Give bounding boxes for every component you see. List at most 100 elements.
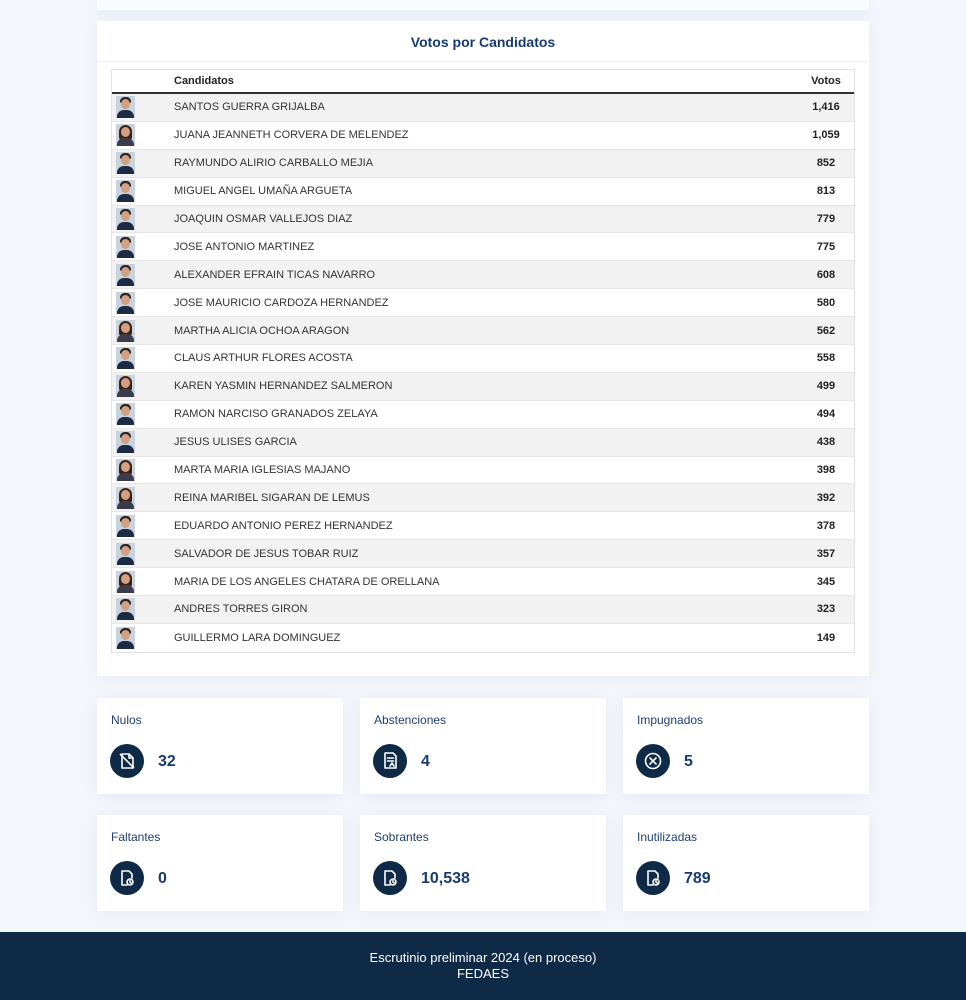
table-row: MARTHA ALICIA OCHOA ARAGON 562 [112,317,854,346]
table-row: KAREN YASMIN HERNANDEZ SALMERON 499 [112,372,854,401]
candidate-votes: 1,059 [812,129,840,142]
male-candidate-photo [116,291,135,314]
stat-value: 4 [421,753,430,770]
stat-label: Inutilizadas [637,830,698,844]
table-row: JOSE MAURICIO CARDOZA HERNANDEZ 580 [112,289,854,318]
table-row: SALVADOR DE JESUS TOBAR RUIZ 357 [112,540,854,569]
table-row: JUANA JEANNETH CORVERA DE MELENDEZ 1,059 [112,121,854,150]
male-candidate-photo [116,180,135,203]
stat-value: 0 [158,870,167,887]
table-row: ANDRES TORRES GIRON 323 [112,596,854,624]
table-row: JOSE ANTONIO MARTINEZ 775 [112,233,854,262]
table-row: SANTOS GUERRA GRIJALBA 1,416 [112,94,854,122]
photo-cell [112,570,174,593]
table-body: SANTOS GUERRA GRIJALBA 1,416 JUANA JEANNET… [112,94,854,652]
candidate-votes: 499 [816,380,836,393]
male-candidate-photo [116,208,135,230]
document-clock-icon [110,861,144,895]
candidate-name: JUANA JEANNETH CORVERA DE MELENDEZ [174,129,409,142]
photo-cell [112,431,174,454]
male-candidate-photo [116,96,135,119]
male-candidate-photo [116,235,135,258]
table-row: JOAQUIN OSMAR VALLEJOS DIAZ 779 [112,205,854,234]
void-ballot-icon [110,744,144,778]
photo-cell [112,96,174,119]
candidates-column-header: Candidatos [174,75,234,87]
male-candidate-photo [116,403,135,426]
table-row: GUILLERMO LARA DOMINGUEZ 149 [112,623,854,652]
results-table: Candidatos Votos SANTOS GUERRA GRIJALBA 1… [111,69,855,653]
male-candidate-photo [116,347,135,370]
footer-org: FEDAES [456,966,509,981]
votes-by-candidate-card: Votos por Candidatos Candidatos Votos SA… [97,21,869,676]
candidate-votes: 1,416 [812,101,840,114]
female-candidate-photo [116,375,135,398]
stat-label: Impugnados [637,713,704,727]
photo-cell [112,263,174,286]
photo-cell [112,375,174,398]
photo-cell [112,626,174,649]
circle-x-icon [636,744,670,778]
candidate-votes: 438 [816,436,836,449]
candidate-votes: 558 [816,352,836,365]
candidate-name: MARTHA ALICIA OCHOA ARAGON [174,324,350,337]
candidate-votes: 775 [816,240,836,253]
candidate-votes: 608 [816,268,836,281]
candidate-name: ANDRES TORRES GIRON [174,603,308,616]
candidate-name: RAMON NARCISO GRANADOS ZELAYA [174,408,378,421]
table-row: ALEXANDER EFRAIN TICAS NAVARRO 608 [112,261,854,290]
candidate-votes: 323 [816,603,836,616]
table-row: MARTA MARIA IGLESIAS MAJANO 398 [112,456,854,485]
candidate-name: SALVADOR DE JESUS TOBAR RUIZ [174,547,359,560]
candidate-votes: 562 [816,324,836,337]
male-candidate-photo [116,542,135,565]
footer-title: Escrutinio preliminar 2024 (en proceso) [369,950,597,965]
photo-cell [112,208,174,230]
stat-value: 32 [158,753,176,770]
photo-cell [112,403,174,426]
candidate-name: CLAUS ARTHUR FLORES ACOSTA [174,352,353,365]
candidate-name: JOSE MAURICIO CARDOZA HERNANDEZ [174,296,389,309]
stat-value: 5 [684,753,693,770]
candidate-votes: 392 [816,491,836,504]
candidate-name: ALEXANDER EFRAIN TICAS NAVARRO [174,268,376,281]
candidate-votes: 357 [816,547,836,560]
candidate-name: JOAQUIN OSMAR VALLEJOS DIAZ [174,213,353,225]
candidate-name: MARTA MARIA IGLESIAS MAJANO [174,464,351,477]
candidate-votes: 852 [816,157,836,170]
photo-cell [112,598,174,621]
female-candidate-photo [116,459,135,482]
candidate-name: MARIA DE LOS ANGELES CHATARA DE ORELLANA [174,575,440,588]
card-title: Votos por Candidatos [97,21,869,62]
female-candidate-photo [116,124,135,147]
table-row: REINA MARIBEL SIGARAN DE LEMUS 392 [112,484,854,513]
candidate-name: REINA MARIBEL SIGARAN DE LEMUS [174,491,370,504]
stat-value: 10,538 [421,870,470,887]
male-candidate-photo [116,514,135,537]
stat-card-faltantes: Faltantes 0 [97,815,343,911]
candidate-votes: 494 [816,408,836,421]
top-card-edge [97,0,869,10]
candidate-votes: 580 [816,296,836,309]
stat-card-impugnados: Impugnados 5 [623,698,869,794]
candidate-votes: 813 [816,185,836,198]
stat-card-abstenciones: Abstenciones 4 [360,698,606,794]
table-row: CLAUS ARTHUR FLORES ACOSTA 558 [112,345,854,373]
document-clock-icon [373,861,407,895]
photo-cell [112,180,174,203]
abstention-document-icon [373,744,407,778]
table-row: MARIA DE LOS ANGELES CHATARA DE ORELLANA… [112,568,854,597]
candidate-votes: 149 [816,631,836,644]
male-candidate-photo [116,598,135,621]
male-candidate-photo [116,263,135,286]
table-row: MIGUEL ANGEL UMAÑA ARGUETA 813 [112,177,854,206]
photo-cell [112,152,174,175]
photo-cell [112,291,174,314]
female-candidate-photo [116,570,135,593]
female-candidate-photo [116,319,135,342]
stat-card-sobrantes: Sobrantes 10,538 [360,815,606,911]
votes-column-header: Votos [811,75,841,87]
stat-label: Sobrantes [374,830,429,844]
candidate-name: RAYMUNDO ALIRIO CARBALLO MEJIA [174,157,374,170]
photo-cell [112,235,174,258]
